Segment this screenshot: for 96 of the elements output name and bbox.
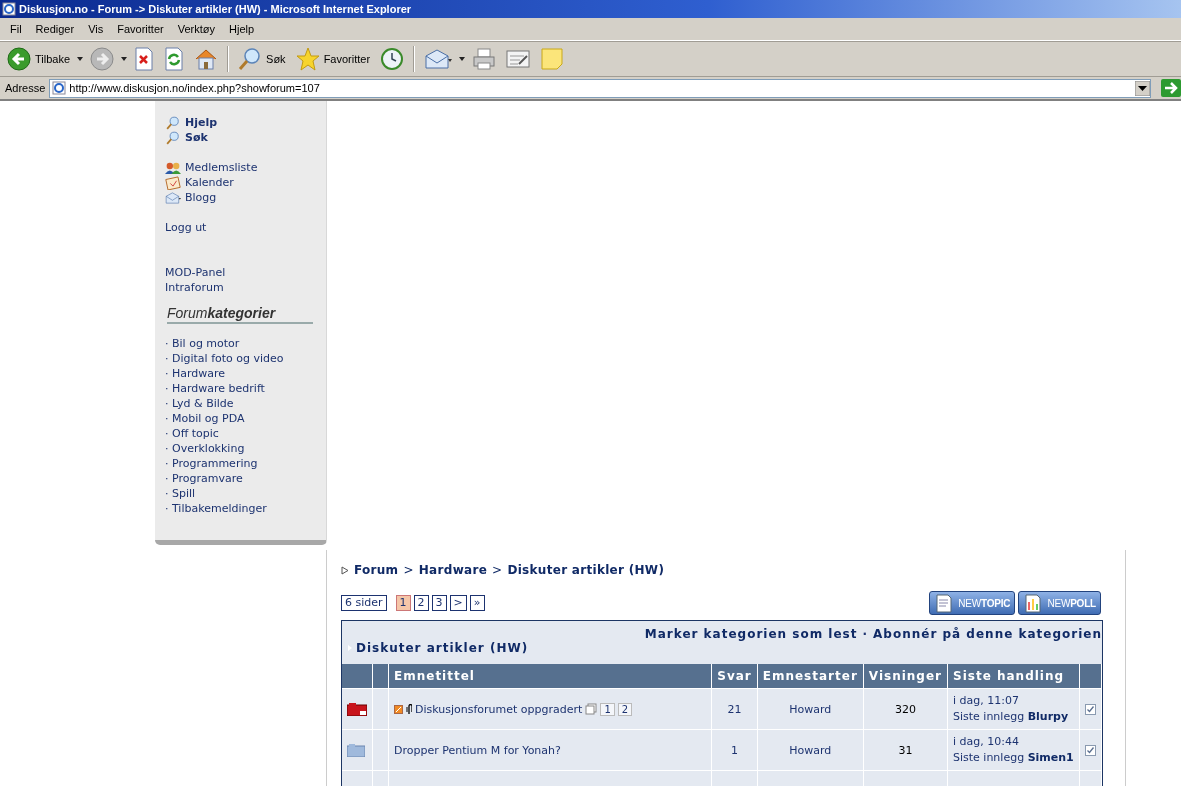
search-icon (165, 115, 181, 130)
checked-checkbox[interactable] (1085, 703, 1096, 715)
reply-count[interactable]: 21 (727, 702, 742, 716)
page-link[interactable]: 2 (413, 595, 429, 611)
category-link[interactable]: · Spill (165, 487, 196, 500)
view-count: 320 (894, 702, 916, 716)
page-cross-icon (134, 47, 155, 71)
star-icon (295, 47, 320, 71)
breadcrumb-separator: > (492, 563, 503, 577)
search-icon (165, 130, 181, 145)
topic-page-link[interactable]: 1 (600, 702, 615, 716)
topic-starter[interactable]: Howard (789, 743, 832, 757)
topic-link[interactable]: Dropper Pentium M for Yonah? (394, 743, 561, 757)
dropdown-caret-icon[interactable] (77, 57, 84, 61)
refresh-icon (164, 47, 185, 71)
column-header: Siste handling (947, 664, 1080, 689)
separator-dot: · (862, 627, 869, 641)
triangle-right-icon (341, 565, 349, 575)
address-label: Adresse (5, 82, 46, 94)
page-link[interactable]: 1 (395, 595, 411, 611)
last-post-user[interactable]: Simen1 (1027, 751, 1074, 764)
sidebar-link[interactable]: Blogg (185, 191, 217, 204)
view-count: 31 (898, 743, 913, 757)
sidebar-link[interactable]: MOD-Panel (165, 266, 226, 279)
category-link[interactable]: · Hardware (165, 367, 226, 380)
menu-item[interactable]: Vis (81, 21, 111, 37)
menu-item[interactable]: Fil (3, 21, 29, 37)
folder-icon (347, 743, 365, 757)
envelope-icon (424, 47, 453, 71)
sidebar-link[interactable]: Intraforum (165, 281, 224, 294)
window-title: Diskusjon.no - Forum -> Diskuter artikler (HW) - Microsoft Internet Explorer (19, 3, 412, 15)
logout-link[interactable]: Logg ut (165, 221, 207, 234)
sidebar-link[interactable]: Kalender (185, 176, 234, 189)
sticky-note-icon (540, 47, 565, 71)
topic-page-link[interactable]: 2 (617, 702, 633, 716)
forum-action-link[interactable]: Abonnér på denne kategorien (873, 627, 1102, 641)
category-link[interactable]: · Mobil og PDA (165, 412, 245, 425)
back-button[interactable]: Tilbake (4, 45, 74, 73)
checked-checkbox[interactable] (1085, 744, 1096, 756)
last-post-label[interactable]: Siste innlegg (953, 710, 1028, 723)
breadcrumb-separator: > (403, 563, 414, 577)
dropdown-caret-icon[interactable] (1135, 80, 1150, 96)
document-pen-icon (506, 47, 531, 71)
menu-item[interactable]: Favoritter (110, 21, 171, 37)
page-link[interactable]: » (469, 595, 485, 611)
last-post-label[interactable]: Siste innlegg (953, 751, 1028, 764)
last-action-date: i dag, 11:07 (953, 693, 1020, 709)
column-header: Emnetittel (388, 664, 712, 689)
folder-icon (347, 702, 367, 716)
page-link[interactable]: > (449, 595, 467, 611)
column-header: Emnestarter (757, 664, 864, 689)
category-link[interactable]: · Programmering (165, 457, 258, 470)
forum-title: Diskuter artikler (HW) (356, 641, 529, 655)
page-link[interactable]: 3 (431, 595, 447, 611)
column-header: Svar (711, 664, 758, 689)
favorites-button[interactable]: Favoritter (292, 45, 374, 73)
column-header: Visninger (863, 664, 948, 689)
search-icon (238, 47, 263, 71)
menu-item[interactable]: Verktøy (170, 21, 222, 37)
dropdown-caret-icon[interactable] (459, 57, 466, 61)
envelope-icon (165, 190, 181, 205)
page-count[interactable]: 6 sider (341, 595, 387, 611)
category-link[interactable]: · Hardware bedrift (165, 382, 265, 395)
categories-heading: Forumkategorier (167, 305, 313, 324)
people-icon (165, 160, 181, 175)
topic-link[interactable]: Diskusjonsforumet oppgradert (415, 702, 583, 716)
menu-item[interactable]: Hjelp (222, 21, 262, 37)
pages-icon (585, 703, 598, 715)
dropdown-caret-icon[interactable] (121, 57, 128, 61)
topic-starter[interactable]: Howard (789, 702, 832, 716)
breadcrumb-link[interactable]: Hardware (418, 563, 488, 577)
category-link[interactable]: · Programvare (165, 472, 243, 485)
sidebar-link[interactable]: Medlemsliste (185, 161, 258, 174)
address-field[interactable]: http://www.diskusjon.no/index.php?showforum=107 (49, 78, 1151, 98)
category-link[interactable]: · Tilbakemeldinger (165, 502, 267, 515)
category-link[interactable]: · Bil og motor (165, 337, 240, 350)
category-link[interactable]: · Off topic (165, 427, 219, 440)
house-icon (194, 47, 219, 71)
last-post-user[interactable]: Blurpy (1027, 710, 1069, 723)
menu-item[interactable]: Rediger (28, 21, 82, 37)
document-icon (1025, 593, 1042, 613)
forum-action-link[interactable]: Marker kategorien som lest (644, 627, 858, 641)
search-button[interactable]: Søk (235, 45, 289, 73)
calendar-icon (165, 175, 181, 190)
category-link[interactable]: · Overklokking (165, 442, 245, 455)
category-link[interactable]: · Lyd & Bilde (165, 397, 234, 410)
last-action-date: i dag, 10:44 (953, 734, 1020, 750)
breadcrumb-link[interactable]: Diskuter artikler (HW) (507, 563, 665, 577)
go-arrow-icon[interactable] (1161, 79, 1181, 97)
printer-icon (472, 47, 497, 71)
category-link[interactable]: · Digital foto og video (165, 352, 284, 365)
sidebar-link[interactable]: Søk (185, 131, 208, 144)
sidebar-link[interactable]: Hjelp (185, 116, 218, 129)
reply-count[interactable]: 1 (731, 743, 738, 757)
document-icon (936, 593, 953, 613)
breadcrumb-link[interactable]: Forum (354, 563, 399, 577)
